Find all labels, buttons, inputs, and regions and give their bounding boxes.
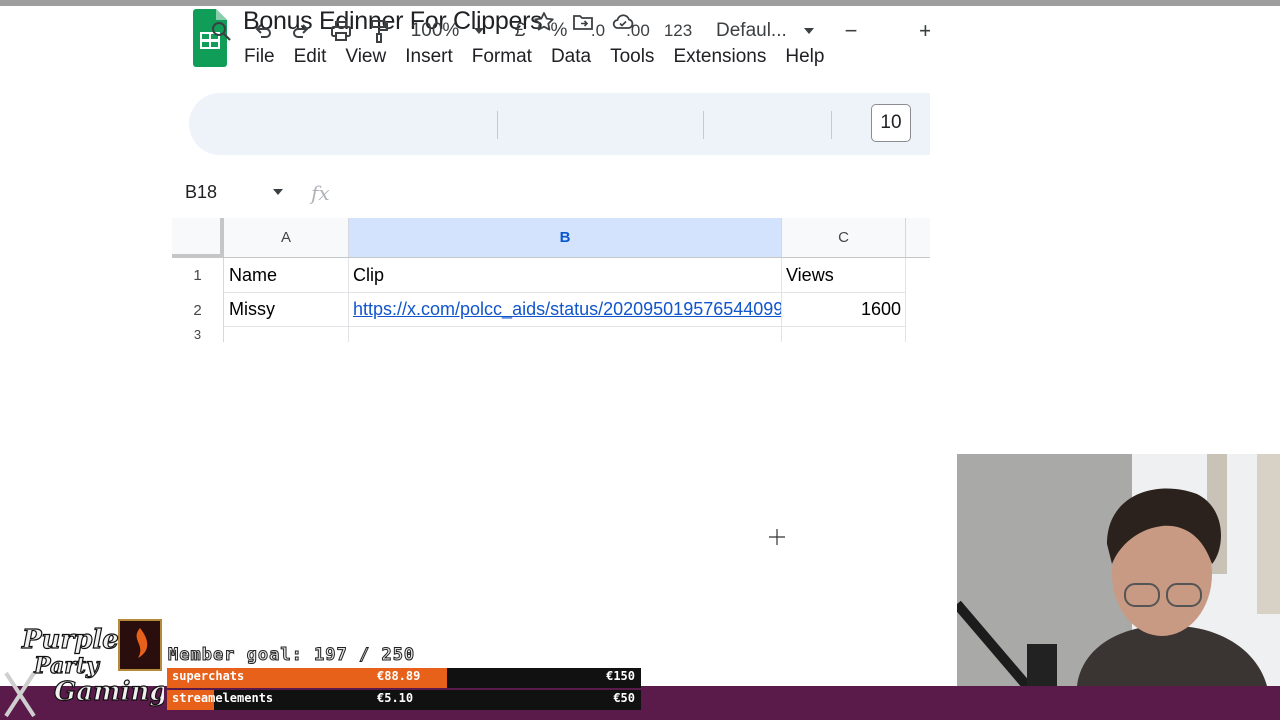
toolbar-divider [497, 111, 498, 139]
increase-decimal-button[interactable]: .00 [622, 0, 654, 62]
spreadsheet-grid: A B C 1 Name Clip Views 2 Missy https://… [172, 218, 930, 342]
column-header-d[interactable] [906, 218, 930, 258]
cell-b1[interactable]: Clip [349, 258, 782, 293]
column-header-b[interactable]: B [349, 218, 782, 258]
select-all-corner[interactable] [172, 218, 224, 258]
chevron-down-icon[interactable] [272, 188, 284, 196]
cell-c1[interactable]: Views [782, 258, 906, 293]
streamelements-goal-label: streamelements [172, 691, 274, 705]
more-formats-label: 123 [663, 21, 693, 40]
cell-c3[interactable] [782, 327, 906, 342]
percent-label: % [550, 20, 568, 41]
svg-text:Gaming: Gaming [54, 677, 164, 707]
cell-a1[interactable]: Name [224, 258, 349, 293]
member-goal-text: Member goal: 197 / 250 [167, 645, 416, 666]
currency-label: £ [514, 20, 526, 41]
print-icon[interactable] [327, 0, 355, 62]
cell-c2[interactable]: 1600 [782, 293, 906, 327]
chevron-down-icon [803, 28, 814, 34]
fx-icon: fx [311, 181, 330, 205]
chevron-down-icon [474, 28, 485, 34]
row-header-1[interactable]: 1 [172, 258, 224, 293]
font-select[interactable]: Defaul... [716, 0, 820, 62]
row-header-2[interactable]: 2 [172, 293, 224, 327]
streamer-video-image [957, 454, 1280, 686]
svg-text:Party: Party [33, 653, 101, 679]
zoom-select[interactable]: 100% [403, 0, 493, 62]
currency-format-button[interactable]: £ [508, 0, 532, 62]
toolbar-divider [703, 111, 704, 139]
superchats-goal-bar: superchats €88.89 €150 [167, 668, 641, 688]
zoom-value: 100% [410, 20, 460, 41]
font-size-input[interactable]: 10 [871, 104, 911, 142]
svg-text:Purple: Purple [21, 625, 119, 655]
cell-a2[interactable]: Missy [224, 293, 349, 327]
increase-decimal-label: .00 [626, 21, 650, 40]
decrease-decimal-button[interactable]: .0 [584, 0, 612, 62]
search-menus-icon[interactable] [208, 0, 234, 62]
streamelements-goal-amount: €5.10 [377, 691, 414, 705]
purple-party-gaming-logo: Purple Party Gaming [4, 619, 164, 718]
streamelements-goal-target: €50 [613, 691, 635, 705]
decrease-font-size-button[interactable]: − [841, 0, 861, 62]
superchats-goal-amount: €88.89 [377, 669, 421, 683]
streamelements-goal-bar: streamelements €5.10 €50 [167, 690, 641, 710]
cell-b2-link[interactable]: https://x.com/polcc_aids/status/20209501… [349, 293, 782, 327]
name-box[interactable]: B18 [185, 182, 217, 203]
decrease-decimal-label: .0 [590, 21, 606, 40]
more-formats-button[interactable]: 123 [663, 0, 693, 62]
row-header-3[interactable]: 3 [172, 327, 224, 342]
minus-icon: − [844, 18, 858, 43]
column-header-a[interactable]: A [224, 218, 349, 258]
webcam-feed [957, 454, 1280, 686]
font-value: Defaul... [716, 20, 787, 41]
redo-icon[interactable] [288, 0, 314, 62]
crosshair-cursor-icon [769, 529, 785, 545]
column-header-c[interactable]: C [782, 218, 906, 258]
superchats-goal-label: superchats [172, 669, 245, 683]
paint-format-icon[interactable] [366, 0, 392, 62]
undo-icon[interactable] [250, 0, 276, 62]
percent-format-button[interactable]: % [546, 0, 572, 62]
toolbar [189, 93, 930, 155]
plus-icon: + [919, 18, 930, 43]
superchats-goal-target: €150 [606, 669, 635, 683]
increase-font-size-button[interactable]: + [919, 0, 930, 62]
cell-b3[interactable] [349, 327, 782, 342]
cell-a3[interactable] [224, 327, 349, 342]
toolbar-divider [831, 111, 832, 139]
